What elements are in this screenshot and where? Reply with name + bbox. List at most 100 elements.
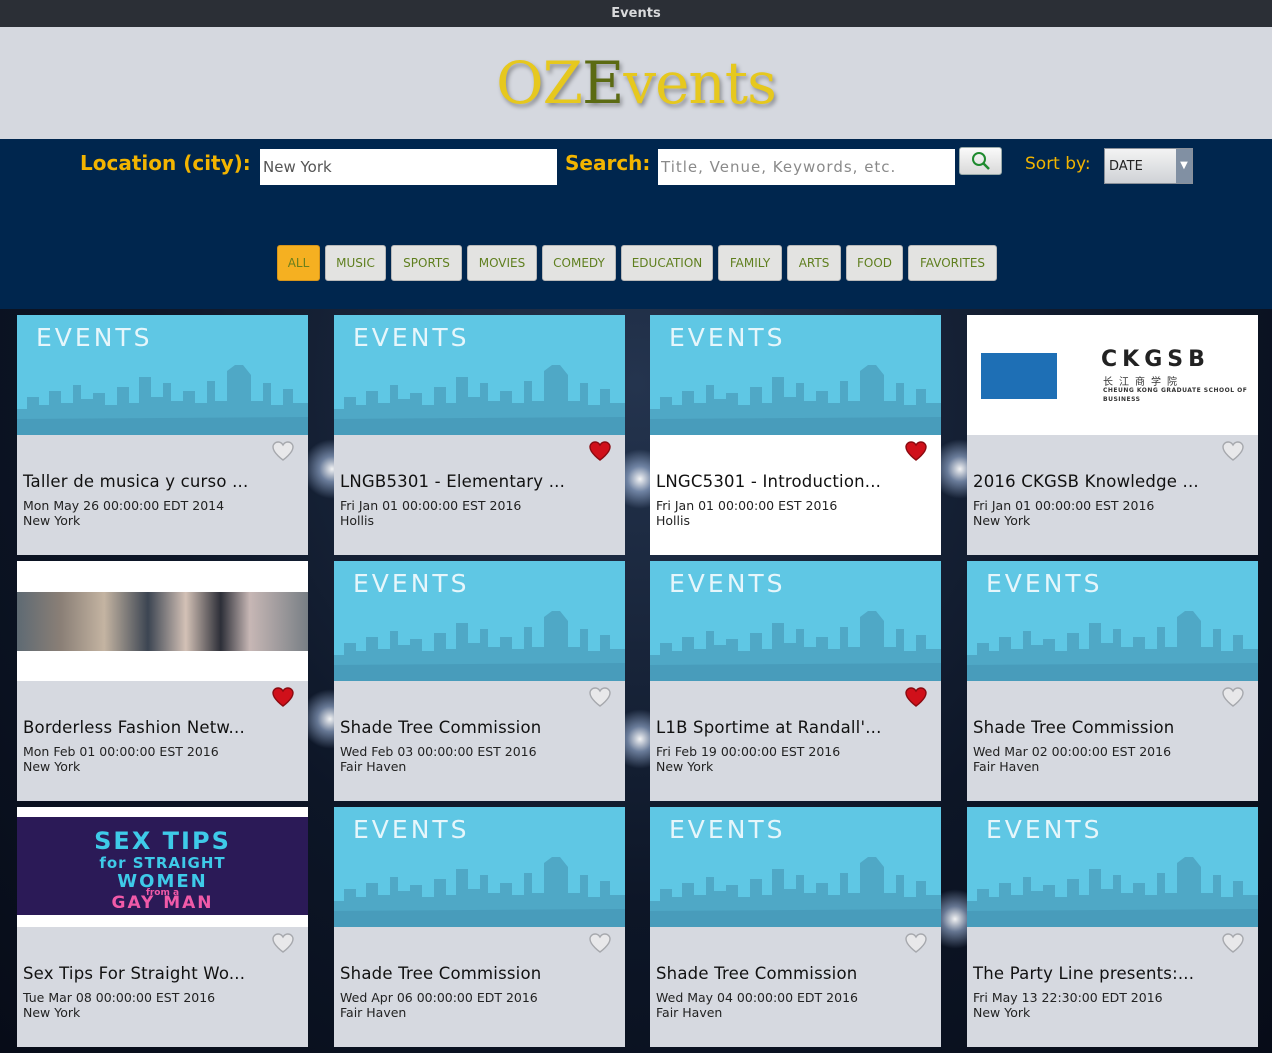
tab-music[interactable]: MUSIC	[325, 245, 386, 281]
search-icon	[972, 152, 990, 170]
sort-select[interactable]: DATE ▼	[1104, 148, 1193, 184]
favorite-heart-icon[interactable]	[272, 933, 294, 957]
favorite-heart-icon[interactable]	[1222, 933, 1244, 957]
event-card[interactable]: EVENTS Shade Tree Commission Wed Mar 02 …	[967, 561, 1258, 801]
event-thumbnail: EVENTS	[17, 315, 308, 435]
skyline-icon	[334, 611, 625, 681]
sort-value: DATE	[1109, 159, 1143, 174]
event-card[interactable]: EVENTS Shade Tree Commission Wed Apr 06 …	[334, 807, 625, 1047]
event-date: Mon May 26 00:00:00 EDT 2014	[23, 498, 225, 513]
tab-family[interactable]: FAMILY	[718, 245, 782, 281]
tab-all[interactable]: ALL	[277, 245, 320, 281]
event-card[interactable]: EVENTS Shade Tree Commission Wed Feb 03 …	[334, 561, 625, 801]
event-thumbnail: EVENTS	[650, 315, 941, 435]
event-date: Tue Mar 08 00:00:00 EST 2016	[23, 990, 216, 1005]
event-title[interactable]: L1B Sportime at Randall'...	[656, 718, 936, 737]
event-location: Fair Haven	[973, 759, 1040, 774]
event-title[interactable]: Sex Tips For Straight Wo...	[23, 964, 303, 983]
skyline-icon	[17, 365, 308, 435]
favorite-heart-icon[interactable]	[905, 687, 927, 711]
tab-sports[interactable]: SPORTS	[391, 245, 462, 281]
logo-text-e: E	[581, 49, 624, 117]
event-title[interactable]: Shade Tree Commission	[973, 718, 1253, 737]
event-location: Fair Haven	[340, 759, 407, 774]
event-date: Mon Feb 01 00:00:00 EST 2016	[23, 744, 219, 759]
sort-label: Sort by:	[1025, 154, 1091, 174]
event-card[interactable]: EVENTS L1B Sportime at Randall'... Fri F…	[650, 561, 941, 801]
favorite-heart-icon[interactable]	[589, 687, 611, 711]
tab-food[interactable]: FOOD	[846, 245, 903, 281]
poster-line: SEX TIPS	[94, 827, 231, 855]
event-date: Wed Apr 06 00:00:00 EDT 2016	[340, 990, 538, 1005]
event-title[interactable]: Taller de musica y curso ...	[23, 472, 303, 491]
event-card[interactable]: EVENTS LNGC5301 - Introduction... Fri Ja…	[650, 315, 941, 555]
search-input[interactable]	[658, 149, 955, 185]
ckgsb-subtitle: CHEUNG KONG GRADUATE SCHOOL OF BUSINESS	[1103, 387, 1248, 403]
event-card[interactable]: EVENTS Taller de musica y curso ... Mon …	[17, 315, 308, 555]
event-location: New York	[973, 1005, 1031, 1020]
logo-text-vents: vents	[623, 49, 777, 117]
skyline-icon	[334, 365, 625, 435]
event-card[interactable]: EVENTS Shade Tree Commission Wed May 04 …	[650, 807, 941, 1047]
event-thumbnail: EVENTS	[650, 807, 941, 927]
favorite-heart-icon[interactable]	[589, 441, 611, 465]
event-location: New York	[23, 1005, 81, 1020]
event-card[interactable]: EVENTS The Party Line presents:... Fri M…	[967, 807, 1258, 1047]
favorite-heart-icon[interactable]	[272, 687, 294, 711]
skyline-icon	[334, 857, 625, 927]
skyline-icon	[650, 611, 941, 681]
event-title[interactable]: LNGB5301 - Elementary ...	[340, 472, 620, 491]
event-location: Fair Haven	[656, 1005, 723, 1020]
favorite-heart-icon[interactable]	[1222, 687, 1244, 711]
tab-comedy[interactable]: COMEDY	[542, 245, 616, 281]
event-thumbnail	[17, 561, 308, 681]
window-title: Events	[0, 0, 1272, 27]
event-title[interactable]: Shade Tree Commission	[340, 964, 620, 983]
favorite-heart-icon[interactable]	[905, 933, 927, 957]
event-location: Hollis	[656, 513, 690, 528]
event-thumbnail: EVENTS	[967, 561, 1258, 681]
skyline-icon	[650, 857, 941, 927]
skyline-icon	[650, 365, 941, 435]
event-title[interactable]: 2016 CKGSB Knowledge ...	[973, 472, 1253, 491]
ckgsb-title: CKGSB	[1101, 347, 1210, 372]
event-card[interactable]: SEX TIPS for STRAIGHT WOMEN from a GAY M…	[17, 807, 308, 1047]
event-thumbnail: EVENTS	[967, 807, 1258, 927]
search-button[interactable]	[959, 147, 1002, 175]
search-bar: Location (city): Search: Sort by: DATE ▼…	[0, 139, 1272, 309]
favorite-heart-icon[interactable]	[272, 441, 294, 465]
event-date: Wed May 04 00:00:00 EDT 2016	[656, 990, 858, 1005]
tab-arts[interactable]: ARTS	[787, 245, 841, 281]
event-thumbnail: EVENTS	[334, 315, 625, 435]
event-thumbnail: CKGSB 长江商学院 CHEUNG KONG GRADUATE SCHOOL …	[967, 315, 1258, 435]
event-card[interactable]: Borderless Fashion Netw... Mon Feb 01 00…	[17, 561, 308, 801]
event-location: New York	[973, 513, 1031, 528]
show-poster: SEX TIPS for STRAIGHT WOMEN from a GAY M…	[17, 817, 308, 915]
event-title[interactable]: Shade Tree Commission	[340, 718, 620, 737]
event-card[interactable]: EVENTS LNGB5301 - Elementary ... Fri Jan…	[334, 315, 625, 555]
favorite-heart-icon[interactable]	[589, 933, 611, 957]
event-date: Fri Jan 01 00:00:00 EST 2016	[656, 498, 838, 513]
event-date: Fri Jan 01 00:00:00 EST 2016	[973, 498, 1155, 513]
event-date: Wed Feb 03 00:00:00 EST 2016	[340, 744, 537, 759]
favorite-heart-icon[interactable]	[1222, 441, 1244, 465]
event-title[interactable]: Borderless Fashion Netw...	[23, 718, 303, 737]
event-title[interactable]: Shade Tree Commission	[656, 964, 936, 983]
location-input[interactable]	[260, 149, 557, 185]
event-title[interactable]: LNGC5301 - Introduction...	[656, 472, 936, 491]
tab-favorites[interactable]: FAVORITES	[908, 245, 997, 281]
chevron-down-icon: ▼	[1176, 149, 1192, 183]
app-logo[interactable]: OZEvents	[0, 49, 1272, 117]
tab-movies[interactable]: MOVIES	[467, 245, 537, 281]
event-title[interactable]: The Party Line presents:...	[973, 964, 1253, 983]
event-location: New York	[656, 759, 714, 774]
search-label: Search:	[565, 151, 651, 175]
event-date: Fri Feb 19 00:00:00 EST 2016	[656, 744, 841, 759]
favorite-heart-icon[interactable]	[905, 441, 927, 465]
tab-education[interactable]: EDUCATION	[621, 245, 713, 281]
event-location: Hollis	[340, 513, 374, 528]
location-label: Location (city):	[80, 151, 251, 175]
event-thumbnail: EVENTS	[334, 561, 625, 681]
event-thumbnail: EVENTS	[334, 807, 625, 927]
event-card[interactable]: CKGSB 长江商学院 CHEUNG KONG GRADUATE SCHOOL …	[967, 315, 1258, 555]
